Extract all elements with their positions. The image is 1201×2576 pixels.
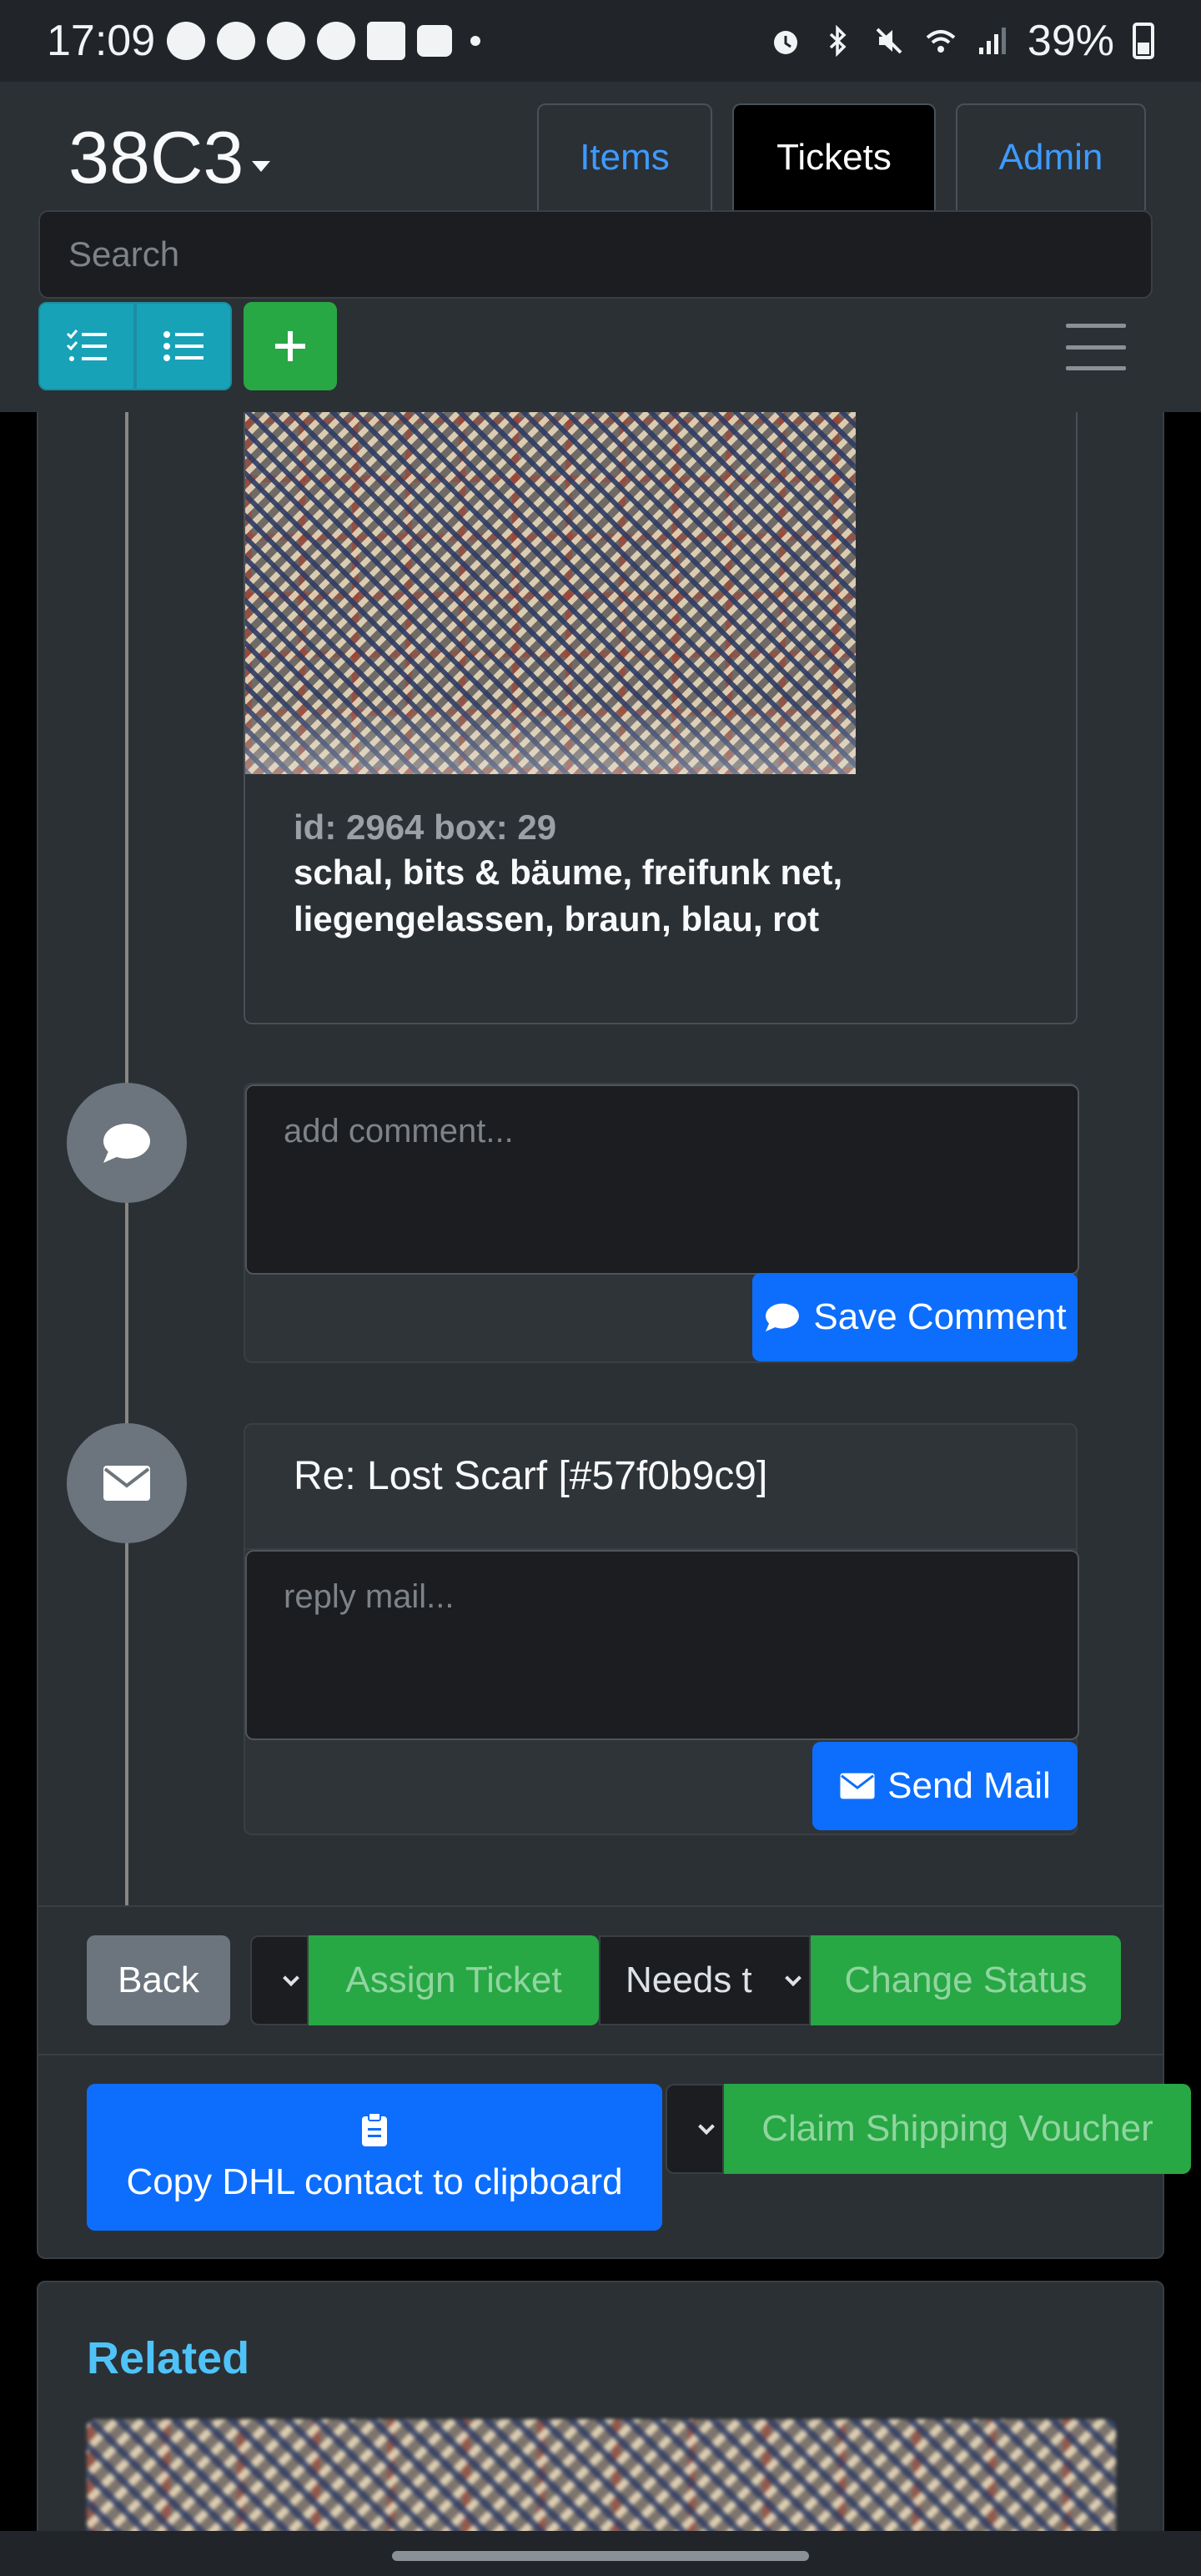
voucher-select[interactable] xyxy=(666,2084,724,2174)
related-title: Related xyxy=(87,2333,250,2383)
menu-toggle-button[interactable] xyxy=(1066,324,1126,370)
add-button[interactable] xyxy=(244,302,337,390)
save-comment-button[interactable]: Save Comment xyxy=(752,1273,1078,1361)
save-comment-label: Save Comment xyxy=(813,1296,1067,1337)
clock: 17:09 xyxy=(47,17,156,65)
brand-label: 38C3 xyxy=(68,116,244,199)
send-mail-button[interactable]: Send Mail xyxy=(812,1742,1078,1830)
divider xyxy=(38,2054,1163,2055)
envelope-icon xyxy=(840,1773,875,1799)
copy-dhl-contact-button[interactable]: Copy DHL contact to clipboard xyxy=(87,2084,662,2231)
list-icon xyxy=(163,331,204,361)
ticket-actions-row: Back Assign Ticket Needs t Change Status xyxy=(87,1935,1121,2025)
hamburger-line xyxy=(1066,366,1126,370)
item-description: schal, bits & bäume, freifunk net, liege… xyxy=(294,853,843,938)
chevron-down-icon xyxy=(252,160,271,172)
shipping-voucher-row: Claim Shipping Voucher xyxy=(666,2084,1191,2174)
ticket-card: id: 2964 box: 29 schal, bits & bäume, fr… xyxy=(37,412,1191,2259)
mail-subject: Re: Lost Scarf [#57f0b9c9] xyxy=(294,1454,768,1498)
mute-icon xyxy=(876,28,902,54)
clipboard-icon xyxy=(362,2112,387,2146)
claim-voucher-label: Claim Shipping Voucher xyxy=(761,2108,1153,2149)
send-mail-label: Send Mail xyxy=(887,1765,1051,1806)
status-select-value: Needs t xyxy=(626,1960,752,2000)
lock-icon xyxy=(267,22,306,60)
change-status-label: Change Status xyxy=(844,1960,1088,2000)
chevron-down-icon xyxy=(698,2118,715,2136)
comment-textarea[interactable] xyxy=(245,1084,1079,1275)
linked-item-card[interactable]: id: 2964 box: 29 schal, bits & bäume, fr… xyxy=(244,412,1078,1024)
item-photo xyxy=(245,412,856,774)
item-id-box: id: 2964 box: 29 xyxy=(294,808,557,847)
more-notifications-icon xyxy=(470,36,481,46)
change-status-button[interactable]: Change Status xyxy=(811,1935,1121,2025)
lock-icon xyxy=(317,22,356,60)
status-right: 39% xyxy=(769,16,1154,66)
comment-form: Save Comment xyxy=(244,1083,1079,1363)
timeline-mail-marker xyxy=(67,1423,187,1543)
wifi-icon xyxy=(926,30,956,53)
comment-icon xyxy=(766,1303,800,1332)
plus-icon xyxy=(275,331,305,361)
tab-items[interactable]: Items xyxy=(537,103,712,210)
reply-mail-textarea[interactable] xyxy=(245,1550,1079,1740)
nav-tabs: Items Tickets Admin xyxy=(537,103,1146,210)
search-input[interactable] xyxy=(38,210,1153,299)
assignee-select[interactable] xyxy=(250,1935,309,2025)
chevron-down-icon xyxy=(283,1970,299,1987)
back-button[interactable]: Back xyxy=(87,1935,230,2025)
checklist-view-button[interactable] xyxy=(38,302,135,390)
tab-tickets[interactable]: Tickets xyxy=(732,103,936,210)
signal-app-icon xyxy=(167,22,206,60)
gesture-bar xyxy=(0,2531,1201,2576)
item-meta: id: 2964 box: 29 schal, bits & bäume, fr… xyxy=(294,808,1044,943)
claim-shipping-voucher-button[interactable]: Claim Shipping Voucher xyxy=(724,2084,1191,2174)
status-select[interactable]: Needs t xyxy=(599,1935,811,2025)
list-view-button[interactable] xyxy=(135,302,232,390)
envelope-icon xyxy=(103,1466,150,1501)
event-selector[interactable]: 38C3 xyxy=(68,115,271,200)
contact-icon xyxy=(367,22,406,60)
assign-ticket-label: Assign Ticket xyxy=(345,1960,562,2000)
status-bar: 17:09 39% xyxy=(0,0,1201,82)
divider xyxy=(38,1905,1163,1907)
keyboard-icon xyxy=(417,25,453,57)
hamburger-line xyxy=(1066,324,1126,328)
bluetooth-icon xyxy=(829,24,847,58)
battery-icon xyxy=(1133,23,1154,59)
chevron-down-icon xyxy=(785,1970,802,1987)
comment-icon xyxy=(103,1124,150,1163)
timeline-comment-marker xyxy=(67,1083,187,1203)
hamburger-line xyxy=(1066,345,1126,350)
checklist-icon xyxy=(66,330,107,361)
status-left: 17:09 xyxy=(47,16,481,66)
lock-icon xyxy=(217,22,256,60)
tab-admin[interactable]: Admin xyxy=(956,103,1146,210)
assign-ticket-button[interactable]: Assign Ticket xyxy=(309,1935,599,2025)
battery-percent: 39% xyxy=(1027,17,1114,65)
mail-reply-form: Re: Lost Scarf [#57f0b9c9] Send Mail xyxy=(244,1423,1079,1835)
cell-signal-icon xyxy=(978,28,1006,54)
home-gesture-handle[interactable] xyxy=(392,2551,809,2561)
alarm-icon xyxy=(773,31,797,54)
view-toggle-group xyxy=(38,302,232,390)
top-navbar: 38C3 Items Tickets Admin xyxy=(0,82,1201,412)
copy-dhl-label: Copy DHL contact to clipboard xyxy=(126,2161,623,2202)
